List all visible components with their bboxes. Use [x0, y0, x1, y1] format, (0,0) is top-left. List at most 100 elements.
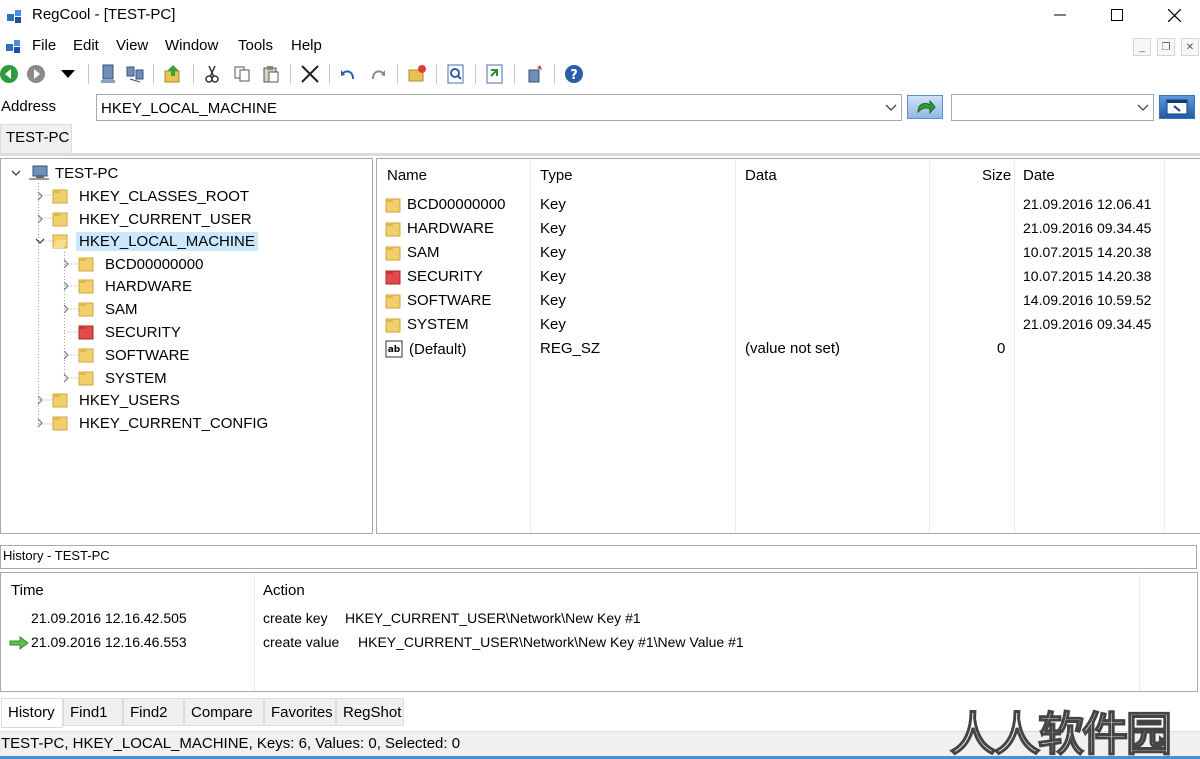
- history-row[interactable]: 21.09.2016 12.16.42.505 create key HKEY_…: [1, 608, 1141, 630]
- column-header-time[interactable]: Time: [11, 582, 44, 599]
- folder-icon: [78, 279, 94, 294]
- row-type: Key: [540, 220, 566, 237]
- chevron-down-icon[interactable]: [1137, 103, 1149, 113]
- find-button[interactable]: [445, 63, 467, 85]
- history-list[interactable]: Time Action 21.09.2016 12.16.42.505 crea…: [0, 572, 1198, 692]
- tree-node-hkey-current-config[interactable]: HKEY_CURRENT_CONFIG: [34, 412, 271, 434]
- tab-compare[interactable]: Compare: [184, 698, 264, 726]
- copy-button[interactable]: [231, 63, 253, 85]
- connect-computer-button[interactable]: [97, 63, 119, 85]
- list-row[interactable]: SAM Key 10.07.2015 14.20.38: [377, 241, 1200, 265]
- tab-find2[interactable]: Find2: [123, 698, 184, 726]
- delete-button[interactable]: [299, 63, 321, 85]
- tree-node-root[interactable]: TEST-PC: [10, 162, 121, 184]
- menu-view[interactable]: View: [116, 37, 148, 54]
- history-row[interactable]: 21.09.2016 12.16.46.553 create value HKE…: [1, 632, 1141, 654]
- minimize-button[interactable]: [1032, 0, 1088, 30]
- row-date: 21.09.2016 12.06.41: [1023, 196, 1152, 212]
- column-header-action[interactable]: Action: [263, 582, 305, 599]
- tree-node-bcd00000000[interactable]: BCD00000000: [60, 253, 206, 275]
- address-combo[interactable]: [96, 94, 902, 121]
- tree-node-hkey-current-user[interactable]: HKEY_CURRENT_USER: [34, 208, 255, 230]
- chevron-right-icon[interactable]: [60, 349, 72, 361]
- row-name: SOFTWARE: [407, 292, 492, 309]
- chevron-down-icon[interactable]: [10, 167, 22, 179]
- menu-edit[interactable]: Edit: [73, 37, 99, 54]
- tab-regshot[interactable]: RegShot: [336, 698, 404, 726]
- list-row[interactable]: BCD00000000 Key 21.09.2016 12.06.41: [377, 193, 1200, 217]
- search-button[interactable]: [1159, 95, 1195, 119]
- chevron-down-icon[interactable]: [885, 103, 897, 113]
- paste-button[interactable]: [260, 63, 282, 85]
- tab-favorites[interactable]: Favorites: [264, 698, 336, 726]
- cut-button[interactable]: [201, 63, 223, 85]
- tree-node-hkey-users[interactable]: HKEY_USERS: [34, 389, 183, 411]
- document-icon[interactable]: [5, 37, 23, 55]
- back-button[interactable]: [0, 63, 20, 85]
- tab-find1[interactable]: Find1: [63, 698, 123, 726]
- new-key-button[interactable]: [406, 63, 428, 85]
- tree-node-hkey-classes-root[interactable]: HKEY_CLASSES_ROOT: [34, 185, 252, 207]
- list-row[interactable]: SYSTEM Key 21.09.2016 09.34.45: [377, 313, 1200, 337]
- row-type: Key: [540, 196, 566, 213]
- chevron-down-icon[interactable]: [34, 235, 46, 247]
- tree-label: HKEY_CLASSES_ROOT: [79, 187, 250, 205]
- registry-tree[interactable]: TEST-PC HKEY_CLASSES_ROOT HKEY_CURRENT_U…: [0, 158, 373, 534]
- tab-test-pc[interactable]: TEST-PC: [0, 124, 72, 154]
- menu-help[interactable]: Help: [291, 37, 322, 54]
- chevron-right-icon[interactable]: [60, 258, 72, 270]
- menu-tools[interactable]: Tools: [238, 37, 273, 54]
- row-type: Key: [540, 244, 566, 261]
- chevron-right-icon[interactable]: [60, 280, 72, 292]
- address-label: Address: [1, 98, 57, 115]
- tree-node-software[interactable]: SOFTWARE: [60, 344, 192, 366]
- forward-button[interactable]: [25, 63, 47, 85]
- folder-icon: [385, 318, 401, 332]
- tree-node-hkey-local-machine[interactable]: HKEY_LOCAL_MACHINE: [34, 230, 258, 252]
- menu-window[interactable]: Window: [165, 37, 218, 54]
- mdi-minimize-button[interactable]: _: [1133, 38, 1151, 56]
- row-type: Key: [540, 292, 566, 309]
- tab-history[interactable]: History: [1, 698, 63, 728]
- undo-button[interactable]: [337, 63, 359, 85]
- mdi-close-button[interactable]: ✕: [1181, 38, 1199, 56]
- chevron-right-icon[interactable]: [34, 213, 46, 225]
- tree-node-security[interactable]: SECURITY: [60, 321, 184, 343]
- menu-file[interactable]: File: [32, 37, 56, 54]
- favorites-button[interactable]: [524, 63, 546, 85]
- row-date: 21.09.2016 09.34.45: [1023, 316, 1152, 332]
- mdi-restore-button[interactable]: ❐: [1157, 38, 1175, 56]
- list-row[interactable]: SOFTWARE Key 14.09.2016 10.59.52: [377, 289, 1200, 313]
- go-up-button[interactable]: [162, 63, 184, 85]
- tree-node-sam[interactable]: SAM: [60, 298, 141, 320]
- chevron-right-icon[interactable]: [34, 190, 46, 202]
- redo-button[interactable]: [367, 63, 389, 85]
- column-header-date[interactable]: Date: [1023, 167, 1055, 184]
- list-row[interactable]: HARDWARE Key 21.09.2016 09.34.45: [377, 217, 1200, 241]
- tree-node-system[interactable]: SYSTEM: [60, 367, 170, 389]
- search-input[interactable]: [956, 98, 1126, 118]
- chevron-right-icon[interactable]: [34, 394, 46, 406]
- column-header-type[interactable]: Type: [540, 167, 573, 184]
- close-button[interactable]: [1146, 0, 1200, 30]
- help-button[interactable]: ?: [563, 63, 585, 85]
- registry-list[interactable]: Name Type Data Size Date BCD00000000 Key…: [376, 158, 1200, 534]
- go-button[interactable]: [907, 95, 943, 119]
- folder-icon: [52, 416, 68, 431]
- chevron-right-icon[interactable]: [60, 372, 72, 384]
- chevron-right-icon[interactable]: [34, 417, 46, 429]
- list-row[interactable]: ab (Default) REG_SZ (value not set) 0: [377, 337, 1200, 361]
- refresh-button[interactable]: [484, 63, 506, 85]
- address-input[interactable]: [101, 98, 871, 118]
- history-time: 21.09.2016 12.16.46.553: [31, 634, 187, 650]
- list-row[interactable]: SECURITY Key 10.07.2015 14.20.38: [377, 265, 1200, 289]
- column-header-name[interactable]: Name: [387, 167, 427, 184]
- tree-node-hardware[interactable]: HARDWARE: [60, 275, 195, 297]
- column-header-data[interactable]: Data: [745, 167, 777, 184]
- history-dropdown-button[interactable]: [57, 63, 79, 85]
- maximize-button[interactable]: [1089, 0, 1145, 30]
- search-combo[interactable]: [951, 94, 1154, 121]
- chevron-right-icon[interactable]: [60, 303, 72, 315]
- column-header-size[interactable]: Size: [982, 167, 1011, 184]
- network-computer-button[interactable]: [124, 63, 146, 85]
